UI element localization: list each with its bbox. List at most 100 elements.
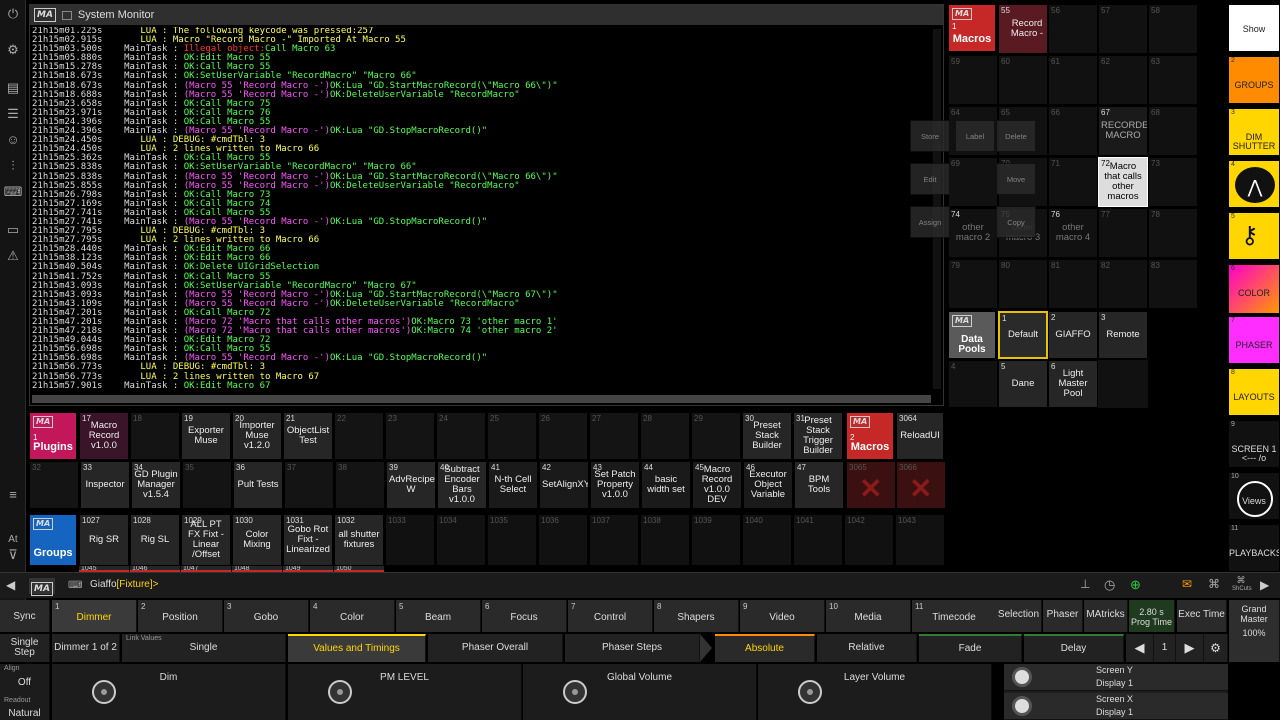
plugin-tile[interactable]: 30 Preset Stack Builder [742,412,792,460]
keyboard-icon[interactable]: ⌨ [3,182,23,202]
view-button[interactable]: 8 LAYOUTS [1228,368,1280,416]
group-tile[interactable]: 1038 [640,514,690,566]
page-prev-button[interactable]: ◀ [1126,634,1154,662]
feature-tab[interactable]: 8 Shapers [654,600,739,632]
feature-tab[interactable]: 6 Focus [482,600,567,632]
group-tile[interactable]: 1039 [691,514,741,566]
view-button[interactable]: 2 GROUPS [1228,56,1280,104]
plugin-tile[interactable]: 41 N-th Cell Select [488,461,538,509]
context-move-button[interactable]: Move [996,163,1036,195]
power-icon[interactable]: ⏻ [3,4,23,24]
plugin-tile[interactable]: 18 [130,412,180,460]
group-tile[interactable]: 1043 [895,514,945,566]
feature-tab[interactable]: 1 Dimmer [52,600,137,632]
plugins-header[interactable]: MA 1 Plugins [29,412,77,460]
encoder-knob-icon[interactable] [92,680,116,704]
macro-tile[interactable]: 71 [1048,157,1098,207]
plugin-tile[interactable]: 20 Importer Muse v1.2.0 [232,412,282,460]
screen-encoder[interactable]: Screen X Display 1 [1004,693,1228,720]
feature-tab[interactable]: 4 Color [310,600,395,632]
prog-time-button[interactable]: 2.80 s Prog Time [1129,600,1175,632]
screen-encoder[interactable]: Screen Y Display 1 [1004,664,1228,691]
feature-tab[interactable]: 3 Gobo [224,600,309,632]
page-next-button[interactable]: ▶ [1176,634,1204,662]
plugin-tile[interactable]: 44 basic width set [641,461,691,509]
feature-tab[interactable]: 11 Timecode [912,600,997,632]
datapool-tile[interactable]: 6 Light Master Pool [1048,360,1098,408]
macro-tile[interactable]: 82 [1098,259,1148,309]
plugin-tile[interactable]: 33 Inspector [80,461,130,509]
context-copy-button[interactable]: Copy [996,206,1036,238]
plugin-tile[interactable]: 46 Executor Object Variable [743,461,793,509]
macro-tile[interactable]: 63 [1148,55,1198,105]
data-pools-header[interactable]: MA Data Pools [948,311,996,359]
delay-button[interactable]: Delay [1024,634,1124,662]
macro-tile[interactable]: 72 Macro that calls other macros [1098,157,1148,207]
view-button[interactable]: 3 DIM SHUTTER [1228,108,1280,156]
link-values-button[interactable]: Single Link Values [122,634,286,662]
macro-tile[interactable]: 76 other macro 4 [1048,208,1098,258]
mail-icon[interactable]: ✉ [1182,577,1192,591]
feature-tab[interactable]: 7 Control [568,600,653,632]
gear-icon[interactable]: ⚙ [3,40,23,60]
groups-header[interactable]: MA Groups [29,514,77,566]
encoder-settings-button[interactable]: ⚙ [1204,634,1228,662]
encoder-enc4[interactable]: Layer Volume [758,664,992,720]
plugin-tile[interactable]: 36 Pult Tests [233,461,283,509]
plugin-tile[interactable]: 21 ObjectList Test [283,412,333,460]
plugin-tile[interactable]: 31 Preset Stack Trigger Builder [793,412,843,460]
data-pools-resize-handle[interactable] [1098,360,1148,408]
align-readout-panel[interactable]: Align Off Readout Natural [0,664,50,720]
view-button[interactable]: 9 SCREEN 1 <--- /o [1228,420,1280,468]
phaser-overall-button[interactable]: Phaser Overall [428,634,563,662]
arrow-right-icon[interactable]: ▶ [1260,578,1269,592]
macro-tile[interactable]: 68 [1148,106,1198,156]
macro-tile[interactable]: 78 [1148,208,1198,258]
macro-tile[interactable]: 69 [948,157,998,207]
macro-tile[interactable]: 66 [1048,106,1098,156]
feature-tab[interactable]: 9 Video [740,600,825,632]
view-button[interactable]: 5 ⚷ [1228,212,1280,260]
exec-time-button[interactable]: Exec Time [1177,600,1227,632]
plugin-tile[interactable]: 17 Macro Record v1.0.0 [79,412,129,460]
shortcuts-button[interactable]: ⌘ ShCuts [1232,575,1252,592]
display-icon[interactable]: ▭ [3,220,23,240]
relative-button[interactable]: Relative [817,634,917,662]
context-assign-button[interactable]: Assign [910,206,950,238]
sync-button[interactable]: Sync [0,600,50,632]
group-tile[interactable]: 1029 ALL PT FX Fixt - Linear /Offset [181,514,231,566]
faders-icon[interactable]: ⫶ [3,156,23,176]
keyboard-small-icon[interactable]: ⌨ [68,580,82,591]
group-tile[interactable]: 1041 [793,514,843,566]
datapool-tile[interactable]: 1 Default [998,311,1048,359]
context-delete-button[interactable]: Delete [996,120,1036,152]
plugin-tile[interactable]: 40 Subtract Encoder Bars v1.0.0 [437,461,487,509]
context-edit-button[interactable]: Edit [910,163,950,195]
macro-tile[interactable]: 79 [948,259,998,309]
encoder-knob-icon[interactable] [798,680,822,704]
macro-tile[interactable]: 74 other macro 2 [948,208,998,258]
clock-icon[interactable]: ◷ [1104,577,1115,593]
group-tile[interactable]: 1028 Rig SL [130,514,180,566]
macro-tile[interactable]: 62 [1098,55,1148,105]
group-tile[interactable]: 1037 [589,514,639,566]
plugin-tile[interactable]: 39 AdvRecipe W [386,461,436,509]
plugin-tile[interactable]: 25 [487,412,537,460]
plugin-tile[interactable]: 43 Set Patch Property v1.0.0 [590,461,640,509]
sliders-icon[interactable]: ☰ [3,104,23,124]
plugin-tile[interactable]: 47 BPM Tools [794,461,844,509]
plugin-tile[interactable]: 19 Exporter Muse [181,412,231,460]
macro-tile[interactable]: 81 [1048,259,1098,309]
group-tile[interactable]: 1040 [742,514,792,566]
log-horizontal-scrollbar[interactable] [32,395,931,403]
group-tile[interactable]: 1033 [385,514,435,566]
network-icon[interactable]: ⊕ [1130,577,1141,593]
filter-icon[interactable]: ⊽ [3,545,23,565]
view-button[interactable]: 10 Views [1228,472,1280,520]
macro-tile[interactable]: 80 [998,259,1048,309]
feature-tab[interactable]: 10 Media [826,600,911,632]
grand-master-button[interactable]: Grand Master 100% [1229,600,1280,662]
command-line-input[interactable]: Giaffo[Fixture]> [90,579,158,590]
macro-tile-empty[interactable]: 3066 ✕ [896,461,946,509]
encoder-knob-icon[interactable] [328,680,352,704]
